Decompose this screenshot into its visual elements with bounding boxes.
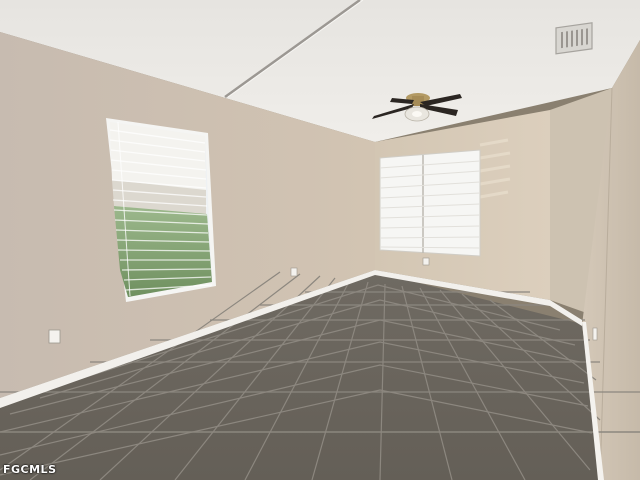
back-window (379, 149, 481, 257)
left-window (106, 118, 216, 302)
mls-watermark: FGCMLS (3, 463, 57, 476)
wall-outlet-mid (290, 267, 298, 277)
wall-outlet-back (422, 257, 430, 266)
wall-outlet-left (48, 329, 61, 344)
air-vent (555, 22, 593, 55)
wall-outlet-right (592, 327, 598, 341)
room-illustration (0, 0, 640, 480)
room-photo: FGCMLS (0, 0, 640, 480)
